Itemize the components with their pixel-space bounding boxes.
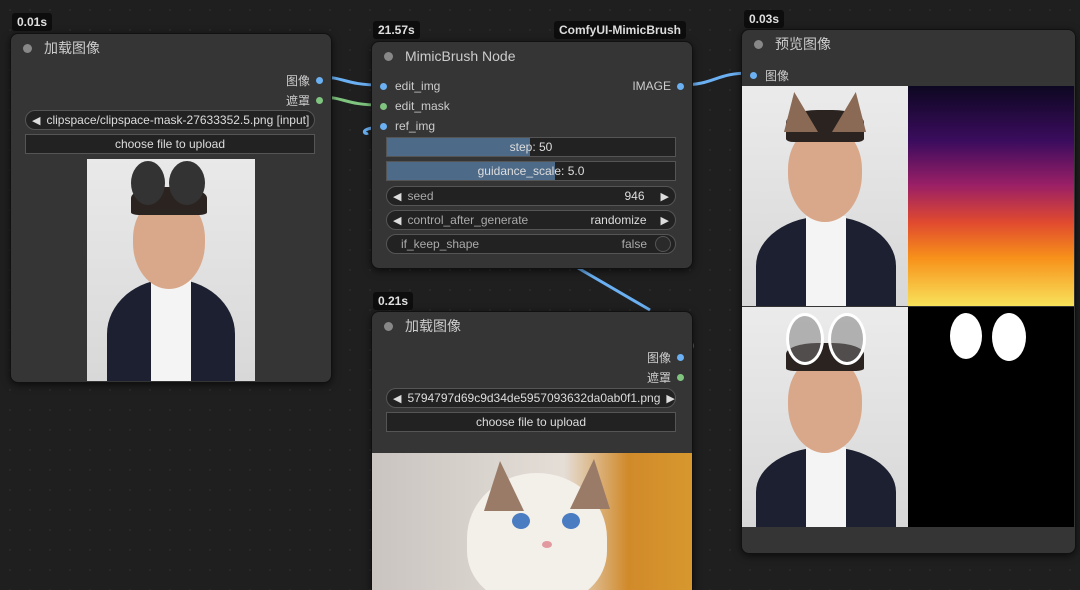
timing-badge: 0.03s [744, 10, 785, 28]
input-label: ref_img [395, 119, 436, 133]
collapse-dot-icon[interactable] [384, 51, 393, 61]
node-title: 预览图像 [775, 36, 831, 52]
input-pin-icon[interactable] [750, 72, 757, 79]
step-slider[interactable]: step: 50 [386, 137, 676, 157]
output-mask[interactable]: 遮罩 [647, 369, 684, 386]
output-label: IMAGE [632, 79, 671, 93]
output-pin-icon[interactable] [677, 82, 684, 90]
node-header[interactable]: MimicBrush Node [372, 42, 692, 70]
output-mask[interactable]: 遮罩 [286, 92, 323, 109]
result-mask-overlay [742, 307, 908, 527]
input-image[interactable]: 图像 [750, 67, 789, 84]
widget-value: false [621, 237, 647, 251]
arrow-left-icon[interactable]: ◀ [26, 114, 46, 127]
input-label: edit_mask [395, 99, 450, 113]
load-image-node-1[interactable]: 加载图像 图像 遮罩 ◀ clipspace/clipspace-mask-27… [10, 33, 332, 383]
collapse-dot-icon[interactable] [754, 39, 763, 49]
result-image-cat-ears [742, 86, 908, 306]
arrow-left-icon[interactable]: ◀ [387, 392, 407, 405]
input-pin-icon[interactable] [380, 102, 387, 110]
node-title: 加载图像 [405, 318, 461, 334]
result-mask [908, 307, 1074, 527]
output-pin-icon[interactable] [677, 354, 684, 361]
output-label: 遮罩 [646, 371, 671, 385]
output-image[interactable]: 图像 [647, 349, 684, 366]
input-image-preview [87, 159, 255, 381]
output-label: 遮罩 [285, 94, 310, 108]
widget-value: 946 [624, 189, 645, 203]
input-edit-mask[interactable]: edit_mask [380, 99, 450, 113]
widget-label: if_keep_shape [401, 237, 480, 251]
arrow-right-icon[interactable]: ▶ [655, 190, 675, 203]
input-pin-icon[interactable] [380, 82, 387, 90]
link-image2-to-ref [577, 266, 651, 312]
timing-badge: 0.21s [373, 292, 414, 310]
arrow-right-icon[interactable]: ▶ [655, 214, 675, 227]
image-file-select[interactable]: ◀ clipspace/clipspace-mask-27633352.5.pn… [25, 110, 315, 130]
node-header[interactable]: 预览图像 [742, 30, 1075, 58]
input-edit-img[interactable]: edit_img [380, 79, 440, 93]
guidance-scale-slider[interactable]: guidance_scale: 5.0 [386, 161, 676, 181]
arrow-left-icon[interactable]: ◀ [387, 214, 407, 227]
output-pin-icon[interactable] [677, 374, 684, 381]
seed-number-widget[interactable]: ◀ seed 946 ▶ [386, 186, 676, 206]
widget-label: control_after_generate [407, 213, 529, 227]
arrow-left-icon[interactable]: ◀ [387, 190, 407, 203]
widget-value: randomize [590, 213, 647, 227]
slider-label: guidance_scale: 5.0 [477, 164, 585, 178]
output-image[interactable]: IMAGE [632, 79, 684, 93]
timing-badge: 21.57s [373, 21, 420, 39]
cat-image-preview [372, 453, 692, 590]
file-value: 5794797d69c9d34de5957093632da0ab0f1.png [407, 391, 661, 405]
image-file-select[interactable]: ◀ 5794797d69c9d34de5957093632da0ab0f1.pn… [386, 388, 676, 408]
node-header[interactable]: 加载图像 [372, 312, 692, 340]
timing-badge: 0.01s [12, 13, 53, 31]
node-title: 加载图像 [44, 40, 100, 56]
input-pin-icon[interactable] [380, 122, 387, 130]
arrow-right-icon[interactable]: ▶ [660, 392, 675, 405]
output-label: 图像 [646, 351, 671, 365]
input-label: 图像 [765, 69, 790, 83]
file-value: clipspace/clipspace-mask-27633352.5.png … [46, 113, 310, 127]
toggle-knob-icon[interactable] [655, 236, 671, 252]
preview-image-node[interactable]: 预览图像 图像 [741, 29, 1076, 554]
collapse-dot-icon[interactable] [23, 43, 32, 53]
output-pin-icon[interactable] [316, 77, 323, 84]
input-ref-img[interactable]: ref_img [380, 119, 435, 133]
node-title: MimicBrush Node [405, 48, 516, 64]
extension-badge: ComfyUI-MimicBrush [554, 21, 687, 39]
collapse-dot-icon[interactable] [384, 321, 393, 331]
upload-button[interactable]: choose file to upload [25, 134, 315, 154]
slider-label: step: 50 [509, 140, 553, 154]
output-image[interactable]: 图像 [286, 72, 323, 89]
load-image-node-2[interactable]: 加载图像 图像 遮罩 ◀ 5794797d69c9d34de5957093632… [371, 311, 693, 590]
arrow-right-icon[interactable]: ▶ [309, 114, 314, 127]
node-header[interactable]: 加载图像 [11, 34, 331, 62]
output-pin-icon[interactable] [316, 97, 323, 104]
keep-shape-toggle[interactable]: if_keep_shape false [386, 234, 676, 254]
mimicbrush-node[interactable]: MimicBrush Node edit_img edit_mask ref_i… [371, 41, 693, 269]
result-heatmap [908, 86, 1074, 306]
upload-button[interactable]: choose file to upload [386, 412, 676, 432]
input-label: edit_img [395, 79, 441, 93]
control-after-generate-combo[interactable]: ◀ control_after_generate randomize ▶ [386, 210, 676, 230]
output-label: 图像 [285, 74, 310, 88]
widget-label: seed [407, 189, 434, 203]
